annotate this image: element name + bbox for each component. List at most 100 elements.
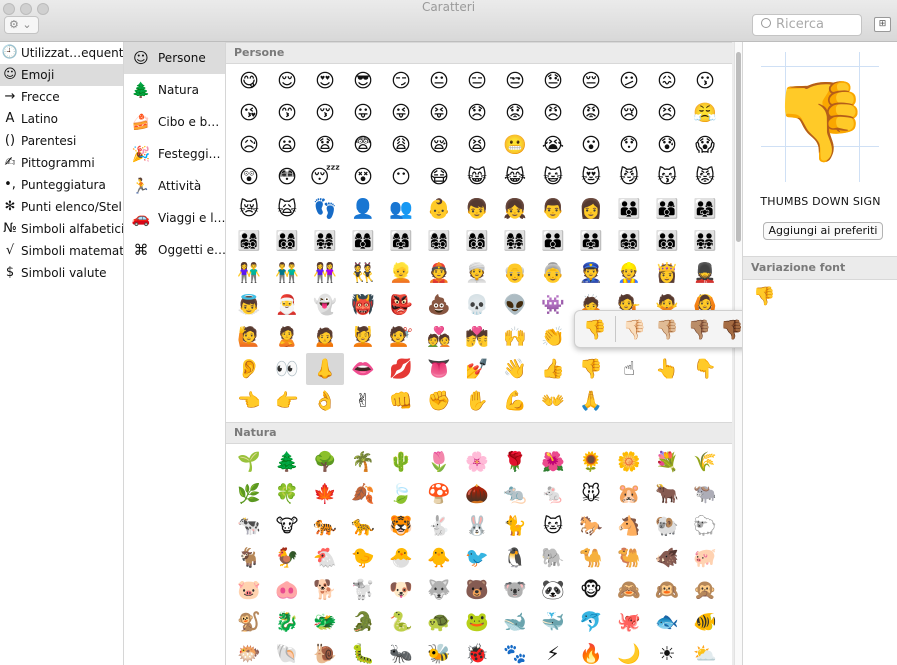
emoji-cell[interactable]: 🐉 <box>268 606 306 638</box>
scroll-thumb[interactable] <box>736 52 741 242</box>
emoji-cell[interactable]: 👃 <box>306 353 344 385</box>
left-list-item[interactable]: → Frecce <box>0 86 123 108</box>
emoji-cell[interactable]: ⛅ <box>686 638 724 665</box>
emoji-cell[interactable]: 😙 <box>268 97 306 129</box>
emoji-cell[interactable]: 🐑 <box>686 510 724 542</box>
emoji-cell[interactable]: 😸 <box>458 161 496 193</box>
emoji-cell[interactable]: 😩 <box>382 129 420 161</box>
emoji-cell[interactable]: 🐯 <box>382 510 420 542</box>
emoji-cell[interactable]: 😫 <box>458 129 496 161</box>
emoji-cell[interactable]: 💑 <box>420 321 458 353</box>
emoji-cell[interactable]: 👨‍👩‍👧‍👧 <box>306 225 344 257</box>
emoji-cell[interactable]: 💪 <box>496 385 534 417</box>
emoji-cell[interactable]: 🐍 <box>382 606 420 638</box>
emoji-cell[interactable]: 💂 <box>686 257 724 289</box>
emoji-cell[interactable]: 👀 <box>268 353 306 385</box>
emoji-cell[interactable]: 👶 <box>420 193 458 225</box>
emoji-cell[interactable]: 👭 <box>306 257 344 289</box>
emoji-category-item[interactable]: ☺ Persone <box>124 42 225 74</box>
emoji-cell[interactable]: 🌺 <box>534 446 572 478</box>
emoji-cell[interactable]: 👨‍👨‍👧‍👧 <box>686 225 724 257</box>
emoji-cell[interactable]: 🙍 <box>306 321 344 353</box>
emoji-cell[interactable]: 🐸 <box>458 606 496 638</box>
emoji-cell[interactable]: 🐼 <box>534 574 572 606</box>
emoji-cell[interactable]: 😬 <box>496 129 534 161</box>
search-field[interactable]: Ricerca <box>752 14 862 36</box>
emoji-cell[interactable]: 👈 <box>230 385 268 417</box>
emoji-cell[interactable]: 😽 <box>648 161 686 193</box>
emoji-cell[interactable]: ☝ <box>610 353 648 385</box>
emoji-cell[interactable]: 👸 <box>648 257 686 289</box>
left-list-item[interactable]: $ Simboli valute <box>0 262 123 284</box>
emoji-cell[interactable]: 👫 <box>230 257 268 289</box>
emoji-cell[interactable]: 👵 <box>534 257 572 289</box>
emoji-cell[interactable]: 🌲 <box>268 446 306 478</box>
emoji-cell[interactable]: ⚡ <box>534 638 572 665</box>
emoji-cell[interactable]: 🐦 <box>458 542 496 574</box>
emoji-cell[interactable]: 👂 <box>230 353 268 385</box>
emoji-cell[interactable]: 🐺 <box>420 574 458 606</box>
emoji-cell[interactable]: 🐐 <box>230 542 268 574</box>
emoji-cell[interactable]: 😢 <box>610 97 648 129</box>
emoji-cell[interactable]: ✊ <box>420 385 458 417</box>
emoji-category-item[interactable]: 🎉 Festeggi… <box>124 138 225 170</box>
emoji-cell[interactable]: 🐝 <box>420 638 458 665</box>
emoji-cell[interactable]: 🙊 <box>686 574 724 606</box>
emoji-cell[interactable]: 👄 <box>344 353 382 385</box>
emoji-cell[interactable]: 🐭 <box>572 478 610 510</box>
emoji-cell[interactable]: 🐻 <box>458 574 496 606</box>
emoji-cell[interactable]: 😥 <box>230 129 268 161</box>
emoji-cell[interactable]: 😵 <box>344 161 382 193</box>
emoji-cell[interactable]: 😕 <box>610 65 648 97</box>
emoji-cell[interactable]: 🐘 <box>534 542 572 574</box>
emoji-cell[interactable]: 👬 <box>268 257 306 289</box>
emoji-cell[interactable]: 👩 <box>572 193 610 225</box>
grid-scrollbar[interactable] <box>734 42 742 665</box>
emoji-cell[interactable]: 🐄 <box>230 510 268 542</box>
emoji-cell[interactable]: 💐 <box>648 446 686 478</box>
emoji-cell[interactable]: 🍂 <box>344 478 382 510</box>
emoji-cell[interactable]: 😯 <box>610 129 648 161</box>
emoji-cell[interactable]: 🍃 <box>382 478 420 510</box>
emoji-cell[interactable]: 🌸 <box>458 446 496 478</box>
emoji-cell[interactable]: 😜 <box>382 97 420 129</box>
emoji-cell[interactable]: 👼 <box>230 289 268 321</box>
emoji-cell[interactable]: 🐆 <box>344 510 382 542</box>
emoji-category-item[interactable]: 🚗 Viaggi e l… <box>124 202 225 234</box>
emoji-cell[interactable]: 😎 <box>344 65 382 97</box>
emoji-cell[interactable]: 😱 <box>686 129 724 161</box>
emoji-cell[interactable]: 🔥 <box>572 638 610 665</box>
emoji-cell[interactable]: 🐰 <box>458 510 496 542</box>
gear-menu-button[interactable]: ⚙ ⌄ <box>4 16 39 34</box>
emoji-cell[interactable]: 👍 <box>534 353 572 385</box>
emoji-cell[interactable]: 👨‍👩‍👦 <box>648 193 686 225</box>
emoji-cell[interactable]: 🐏 <box>648 510 686 542</box>
emoji-cell[interactable]: 🍀 <box>268 478 306 510</box>
emoji-cell[interactable]: 😨 <box>344 129 382 161</box>
emoji-cell[interactable]: 👩‍👩‍👦 <box>344 225 382 257</box>
emoji-cell[interactable]: 😦 <box>268 129 306 161</box>
emoji-cell[interactable]: 🐫 <box>610 542 648 574</box>
left-list-item[interactable]: •, Punteggiatura <box>0 174 123 196</box>
emoji-cell[interactable]: 🐅 <box>306 510 344 542</box>
emoji-cell[interactable]: 🐃 <box>686 478 724 510</box>
left-list-item[interactable]: ✍ Pittogrammi <box>0 152 123 174</box>
emoji-cell[interactable]: 👻 <box>306 289 344 321</box>
emoji-cell[interactable]: 💋 <box>382 353 420 385</box>
emoji-cell[interactable]: 🙋 <box>230 321 268 353</box>
emoji-cell[interactable]: 👩‍👩‍👧‍👦 <box>420 225 458 257</box>
emoji-cell[interactable]: 👩‍👩‍👧 <box>382 225 420 257</box>
emoji-cell[interactable]: 🐧 <box>496 542 534 574</box>
emoji-cell[interactable]: 👳 <box>458 257 496 289</box>
emoji-cell[interactable]: 👊 <box>382 385 420 417</box>
emoji-cell[interactable]: 👨 <box>534 193 572 225</box>
left-list-item[interactable]: ✻ Punti elenco/Stelle <box>0 196 123 218</box>
emoji-cell[interactable]: 😗 <box>686 65 724 97</box>
emoji-cell[interactable]: 🍄 <box>420 478 458 510</box>
emoji-cell[interactable]: 👺 <box>382 289 420 321</box>
emoji-cell[interactable]: 🌳 <box>306 446 344 478</box>
emoji-cell[interactable]: 🐚 <box>268 638 306 665</box>
emoji-cell[interactable]: 🌿 <box>230 478 268 510</box>
left-list-item[interactable]: √ Simboli matematici <box>0 240 123 262</box>
emoji-cell[interactable]: 🌵 <box>382 446 420 478</box>
